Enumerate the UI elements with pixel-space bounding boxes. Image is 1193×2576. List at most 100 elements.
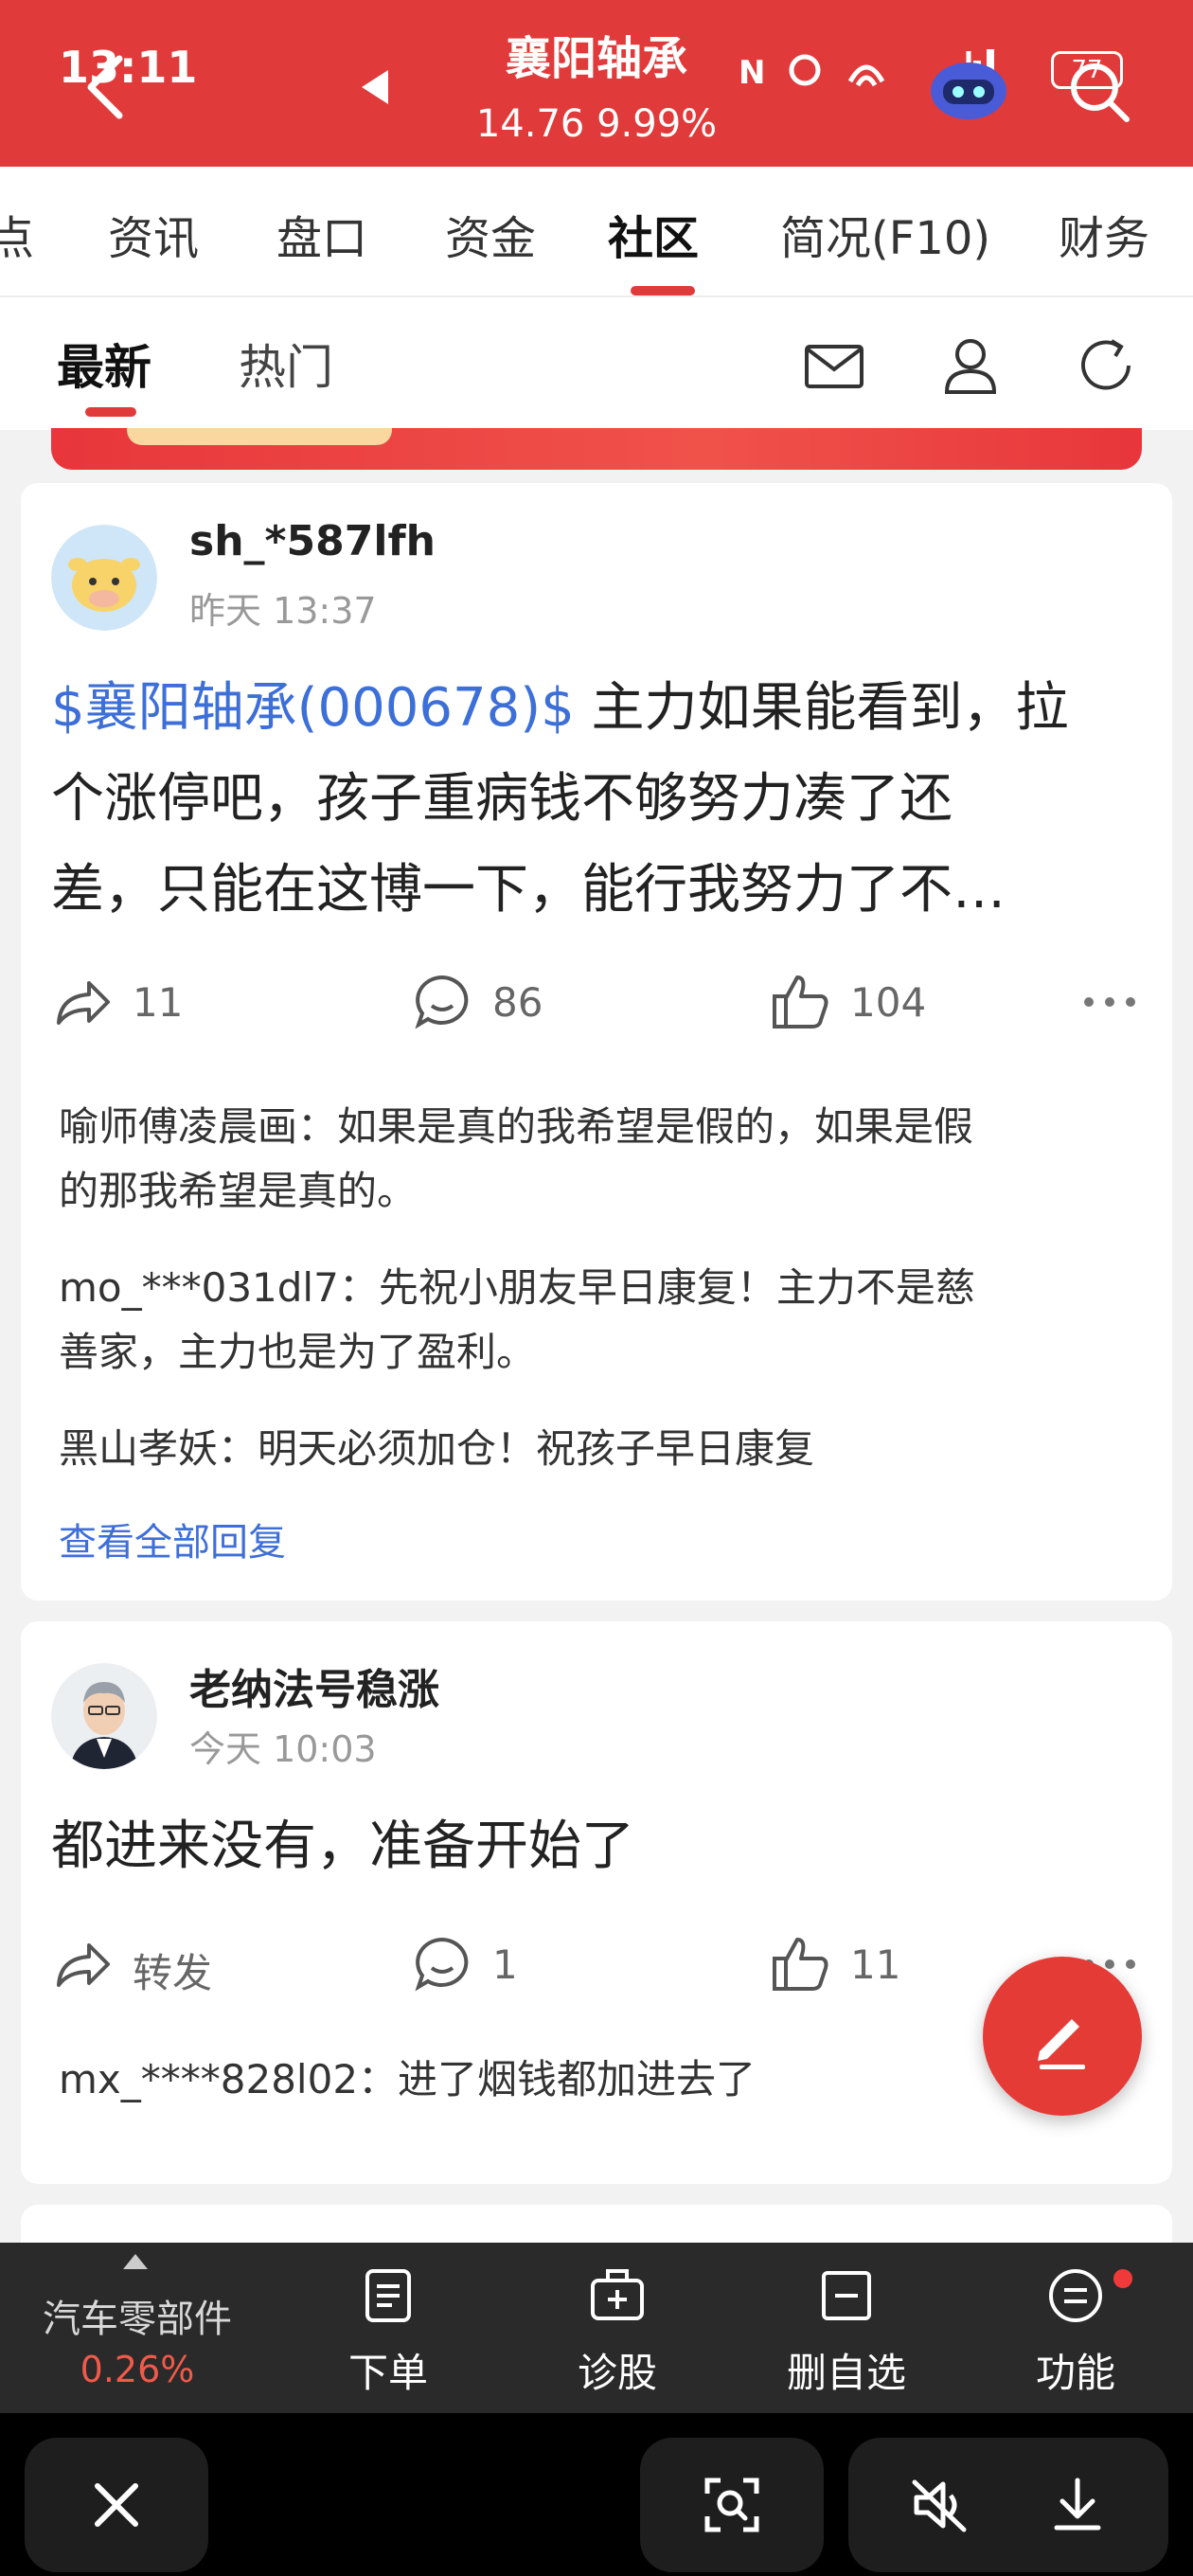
functions-label: 功能: [1035, 2350, 1115, 2396]
thumbs-up-icon: [773, 1938, 828, 1991]
tab-view-points[interactable]: 点: [0, 201, 34, 267]
comment-icon: [415, 1937, 469, 1992]
reply-item[interactable]: 喻师傅凌晨画：如果是真的我希望是假的，如果是假 的那我希望是真的。: [59, 1095, 1138, 1224]
reply-text: ：进了烟钱都加进去了: [358, 2056, 757, 2102]
reply-user[interactable]: 黑山孝妖: [59, 1425, 218, 1472]
search-icon[interactable]: [1064, 57, 1132, 125]
tab-order-book[interactable]: 盘口: [276, 201, 367, 267]
tab-capital[interactable]: 资金: [445, 201, 536, 267]
comment-button[interactable]: 86: [411, 970, 600, 1036]
mute-icon[interactable]: [909, 2475, 970, 2535]
download-icon[interactable]: [1047, 2475, 1108, 2535]
refresh-icon[interactable]: [1074, 335, 1140, 396]
share-icon: [57, 1943, 110, 1987]
stock-tabs: 点 资讯 盘口 资金 社区 简况(F10) 财务: [0, 167, 1193, 297]
subtab-latest[interactable]: 最新: [57, 330, 151, 398]
remove-watchlist-button[interactable]: 删自选: [761, 2265, 932, 2398]
tab-active-indicator: [631, 286, 695, 295]
share-button[interactable]: 11: [51, 970, 240, 1036]
remove-watchlist-label: 删自选: [786, 2350, 906, 2396]
compose-post-button[interactable]: [983, 1957, 1142, 2116]
reply-user[interactable]: mx_****828l02: [59, 2056, 358, 2102]
like-button[interactable]: 11: [769, 1932, 958, 1998]
reply-item[interactable]: 黑山孝妖：明天必须加仓！祝孩子早日康复: [59, 1417, 1138, 1481]
stock-name: 襄阳轴承: [505, 32, 687, 85]
sector-name[interactable]: 汽车零部件: [38, 2288, 237, 2343]
svg-text:N: N: [739, 54, 765, 92]
stock-quote: 14.76 9.99%: [407, 102, 786, 146]
functions-button[interactable]: 功能: [990, 2265, 1161, 2398]
promo-banner[interactable]: [51, 428, 1142, 470]
username[interactable]: 老纳法号稳涨: [189, 1655, 439, 1716]
media-controls: [848, 2438, 1168, 2572]
reply-text: 的那我希望是真的。: [59, 1168, 418, 1214]
order-label: 下单: [347, 2350, 428, 2396]
comment-count: 1: [492, 1941, 518, 1988]
sector-change: 0.26%: [80, 2349, 195, 2390]
order-button[interactable]: 下单: [303, 2265, 473, 2398]
post-text-line: 都进来没有，准备开始了: [51, 1816, 634, 1877]
bottom-toolbar: 汽车零部件 0.26% 下单 诊股 删自选 功能: [0, 2243, 1193, 2413]
reply-item[interactable]: mx_****828l02：进了烟钱都加进去了: [59, 2048, 1138, 2112]
tab-community[interactable]: 社区: [608, 201, 699, 267]
back-arrow-icon[interactable]: [76, 49, 136, 125]
scan-search-icon: [704, 2478, 759, 2532]
like-button[interactable]: 104: [769, 970, 977, 1036]
like-count: 104: [850, 979, 927, 1026]
like-count: 11: [850, 1941, 901, 1988]
tab-finance[interactable]: 财务: [1059, 201, 1149, 267]
reply-text: 善家，主力也是为了盈利。: [59, 1329, 537, 1375]
more-icon[interactable]: [1081, 993, 1138, 1011]
post-card[interactable]: sh_*587lfh 昨天 13:37 $襄阳轴承(000678)$ 主力如果能…: [21, 483, 1172, 1601]
reply-item[interactable]: mo_***031dl7：先祝小朋友早日康复！主力不是慈 善家，主力也是为了盈利…: [59, 1256, 1138, 1385]
close-button[interactable]: [25, 2438, 208, 2572]
medical-kit-icon: [591, 2269, 644, 2320]
comment-icon: [415, 975, 469, 1029]
post-time: 昨天 13:37: [189, 590, 377, 632]
minus-box-icon: [822, 2271, 871, 2320]
previous-stock-icon[interactable]: [356, 66, 394, 108]
subtab-hot[interactable]: 热门: [239, 330, 333, 398]
post-card[interactable]: 老纳法号稳涨 今天 10:03 都进来没有，准备开始了 转发 1 11 mx_*…: [21, 1621, 1172, 2184]
reply-user[interactable]: 喻师傅凌晨画: [59, 1103, 297, 1150]
tab-profile-f10[interactable]: 简况(F10): [780, 201, 990, 267]
reply-text: ：如果是真的我希望是假的，如果是假: [297, 1103, 974, 1150]
promo-banner-button: [127, 428, 392, 445]
post-text-line: 主力如果能看到，拉: [574, 677, 1069, 739]
menu-circle-icon: [1049, 2269, 1102, 2322]
comment-button[interactable]: 1: [411, 1932, 600, 1998]
stock-tag-link[interactable]: $襄阳轴承(000678)$: [51, 677, 575, 739]
avatar[interactable]: [51, 525, 157, 631]
share-button[interactable]: 转发: [51, 1932, 278, 1998]
close-icon: [95, 2483, 138, 2527]
share-count: 11: [133, 979, 184, 1026]
share-label: 转发: [133, 1950, 213, 1996]
user-icon[interactable]: [937, 335, 1004, 396]
post-time: 今天 10:03: [189, 1728, 377, 1770]
pencil-icon: [1038, 2019, 1085, 2069]
tab-news[interactable]: 资讯: [108, 201, 199, 267]
thumbs-up-icon: [773, 975, 828, 1029]
stock-price: 14.76: [475, 102, 585, 146]
post-text-line: 个涨停吧，孩子重病钱不够努力凑了还: [51, 768, 953, 830]
comment-count: 86: [492, 979, 543, 1026]
diagnose-button[interactable]: 诊股: [532, 2265, 703, 2398]
subtab-active-indicator: [85, 407, 136, 417]
notification-dot: [1113, 2269, 1132, 2288]
share-icon: [57, 981, 110, 1025]
assistant-robot-icon[interactable]: [917, 47, 1021, 123]
mail-icon[interactable]: [801, 335, 867, 396]
diagnose-label: 诊股: [577, 2350, 657, 2396]
post-text-line: 差，只能在这博一下，能行我努力了不…: [51, 859, 1006, 921]
stock-change-pct: 9.99%: [596, 102, 718, 146]
screen-recorder-bar: [0, 2413, 1193, 2576]
post-content[interactable]: 都进来没有，准备开始了: [51, 1801, 1159, 1892]
username[interactable]: sh_*587lfh: [189, 517, 436, 565]
app-header: 13:11 襄阳轴承 14.76 9.99% N 77: [0, 0, 1193, 167]
view-all-replies-link[interactable]: 查看全部回复: [59, 1512, 286, 1566]
post-content[interactable]: $襄阳轴承(000678)$ 主力如果能看到，拉 个涨停吧，孩子重病钱不够努力凑…: [51, 663, 1159, 936]
caret-up-icon[interactable]: [121, 2252, 150, 2271]
avatar[interactable]: [51, 1663, 157, 1769]
reply-user[interactable]: mo_***031dl7: [59, 1264, 339, 1311]
scan-button[interactable]: [640, 2438, 824, 2572]
